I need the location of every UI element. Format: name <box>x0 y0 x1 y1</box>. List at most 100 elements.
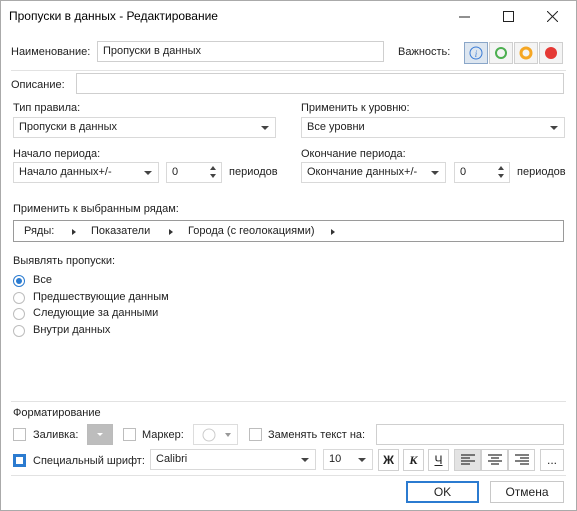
arrow-up-icon[interactable] <box>498 166 504 170</box>
ok-button[interactable]: OK <box>406 481 479 503</box>
period-start-select[interactable]: Начало данных+/- <box>13 162 159 183</box>
green-circle-icon <box>495 47 507 59</box>
radio-before-label[interactable]: Предшествующие данным <box>33 291 169 303</box>
marker-select[interactable] <box>193 424 238 445</box>
close-icon <box>546 10 558 22</box>
period-end-select[interactable]: Окончание данных+/- <box>301 162 446 183</box>
arrow-up-icon[interactable] <box>210 166 216 170</box>
fill-label: Заливка: <box>33 429 79 441</box>
marker-label: Маркер: <box>142 429 184 441</box>
radio-all-label[interactable]: Все <box>33 274 52 286</box>
replace-text-checkbox[interactable] <box>249 428 262 441</box>
chevron-down-icon <box>550 126 558 130</box>
rule-type-select[interactable]: Пропуски в данных <box>13 117 276 138</box>
font-size-value: 10 <box>329 453 342 465</box>
radio-before[interactable] <box>13 292 25 304</box>
importance-low-button[interactable] <box>489 42 513 64</box>
align-left-icon <box>460 454 475 465</box>
period-end-label: Окончание периода: <box>301 148 406 160</box>
breadcrumb-item[interactable]: Ряды: <box>24 225 54 237</box>
description-input[interactable] <box>76 73 564 94</box>
chevron-right-icon[interactable] <box>72 229 76 235</box>
align-left-button[interactable] <box>454 449 481 471</box>
underline-button[interactable]: Ч <box>428 449 449 471</box>
marker-checkbox[interactable] <box>123 428 136 441</box>
dialog-window: Пропуски в данных - Редактирование Наиме… <box>0 0 577 511</box>
apply-rows-label: Применить к выбранным рядам: <box>13 203 179 215</box>
align-center-button[interactable] <box>481 449 508 471</box>
arrow-down-icon[interactable] <box>210 174 216 178</box>
period-end-unit: периодов <box>517 166 566 178</box>
divider <box>11 475 566 476</box>
chevron-down-icon <box>301 458 309 462</box>
rule-type-label: Тип правила: <box>13 102 81 114</box>
special-font-label: Специальный шрифт: <box>33 455 145 467</box>
marker-circle-icon <box>202 428 216 442</box>
fill-color-button[interactable] <box>87 424 113 445</box>
period-start-value: Начало данных+/- <box>19 166 112 178</box>
importance-label: Важность: <box>398 46 451 58</box>
description-label: Описание: <box>11 79 65 91</box>
importance-medium-button[interactable] <box>514 42 538 64</box>
divider <box>11 70 566 71</box>
apply-level-value: Все уровни <box>307 121 365 133</box>
chevron-down-icon <box>144 171 152 175</box>
breadcrumb-item[interactable]: Города (с геолокациями) <box>188 225 315 237</box>
apply-level-select[interactable]: Все уровни <box>301 117 565 138</box>
italic-button[interactable]: К <box>403 449 424 471</box>
close-button[interactable] <box>532 1 572 31</box>
chevron-down-icon <box>431 171 439 175</box>
radio-all[interactable] <box>13 275 25 287</box>
replace-text-input[interactable] <box>376 424 564 445</box>
maximize-button[interactable] <box>488 1 528 31</box>
radio-inside-label[interactable]: Внутри данных <box>33 324 110 336</box>
chevron-down-icon <box>97 433 103 436</box>
align-right-icon <box>514 454 529 465</box>
more-button[interactable]: ... <box>540 449 564 471</box>
breadcrumb: Ряды: Показатели Города (с геолокациями) <box>13 220 564 242</box>
chevron-down-icon <box>358 458 366 462</box>
svg-text:i: i <box>475 49 478 59</box>
cancel-button[interactable]: Отмена <box>490 481 564 503</box>
chevron-right-icon[interactable] <box>331 229 335 235</box>
name-input[interactable]: Пропуски в данных <box>97 41 384 62</box>
chevron-down-icon <box>261 126 269 130</box>
period-start-label: Начало периода: <box>13 148 101 160</box>
name-label: Наименование: <box>11 46 91 58</box>
info-icon: i <box>469 46 483 60</box>
chevron-right-icon[interactable] <box>169 229 173 235</box>
chevron-down-icon <box>225 433 231 437</box>
special-font-checkbox[interactable] <box>13 454 26 467</box>
minimize-button[interactable] <box>444 1 484 31</box>
period-end-stepper[interactable]: 0 <box>454 162 510 183</box>
replace-text-label: Заменять текст на: <box>268 429 366 441</box>
period-end-value: Окончание данных+/- <box>307 166 418 178</box>
fill-checkbox[interactable] <box>13 428 26 441</box>
font-family-select[interactable]: Calibri <box>150 449 316 470</box>
period-end-count: 0 <box>460 166 467 178</box>
apply-level-label: Применить к уровню: <box>301 102 410 114</box>
align-center-icon <box>487 454 502 465</box>
period-start-count: 0 <box>172 166 179 178</box>
maximize-icon <box>502 10 514 22</box>
period-start-unit: периодов <box>229 166 278 178</box>
formatting-label: Форматирование <box>13 407 101 419</box>
divider <box>11 401 566 402</box>
detect-label: Выявлять пропуски: <box>13 255 116 267</box>
rule-type-value: Пропуски в данных <box>19 121 117 133</box>
radio-after-label[interactable]: Следующие за данными <box>33 307 158 319</box>
breadcrumb-item[interactable]: Показатели <box>91 225 150 237</box>
minimize-icon <box>458 16 470 17</box>
radio-inside[interactable] <box>13 325 25 337</box>
red-circle-icon <box>545 47 557 59</box>
font-size-select[interactable]: 10 <box>323 449 373 470</box>
radio-after[interactable] <box>13 308 25 320</box>
bold-button[interactable]: Ж <box>378 449 399 471</box>
importance-info-button[interactable]: i <box>464 42 488 64</box>
importance-high-button[interactable] <box>539 42 563 64</box>
period-start-stepper[interactable]: 0 <box>166 162 222 183</box>
orange-circle-icon <box>519 46 533 60</box>
window-title: Пропуски в данных - Редактирование <box>9 9 218 23</box>
arrow-down-icon[interactable] <box>498 174 504 178</box>
align-right-button[interactable] <box>508 449 535 471</box>
